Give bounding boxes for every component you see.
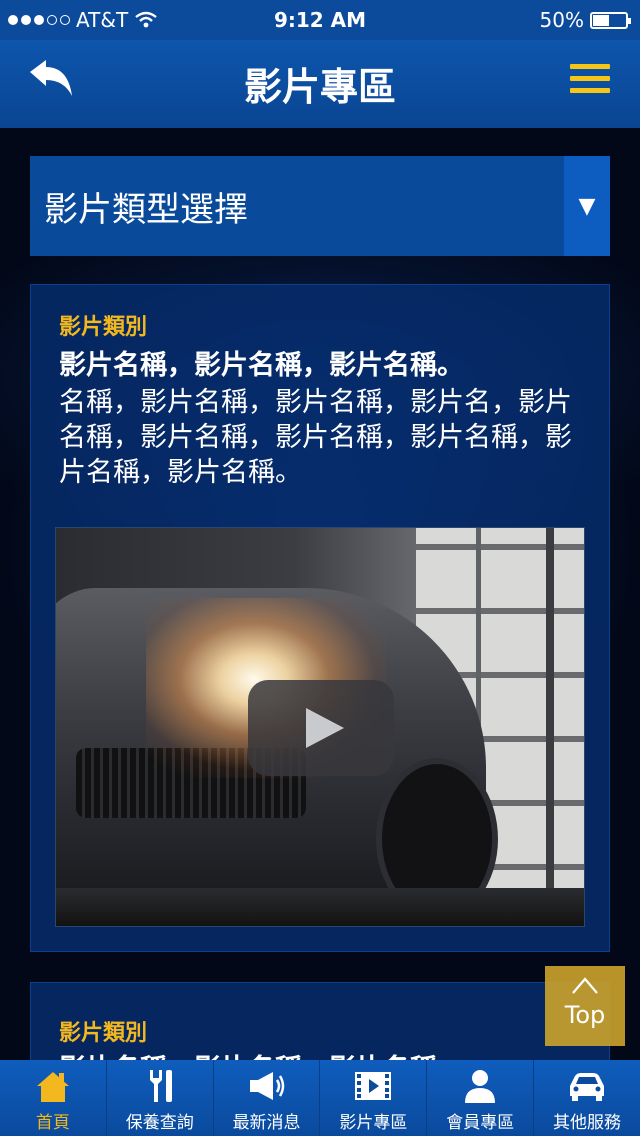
back-to-top-button[interactable]: Top [545, 966, 625, 1046]
tab-news[interactable]: 最新消息 [212, 1060, 320, 1136]
status-right: 50% [539, 8, 631, 32]
video-type-select[interactable]: 影片類型選擇 ▼ [30, 156, 610, 256]
tab-bar: 首頁 保養查詢 最新消息 影片專區 會員專區 其他服務 [0, 1060, 640, 1136]
video-thumbnail[interactable] [55, 527, 585, 927]
page-title: 影片專區 [243, 65, 396, 109]
tab-label: 首頁 [35, 1113, 70, 1133]
hamburger-menu-icon[interactable] [570, 64, 610, 96]
tab-maintenance[interactable]: 保養查詢 [105, 1060, 213, 1136]
tools-icon [149, 1070, 172, 1102]
megaphone-icon [249, 1072, 284, 1100]
battery-icon [590, 11, 631, 29]
video-title: 影片名稱，影片名稱，影片名稱。 [59, 350, 464, 381]
back-to-top-label: Top [564, 1001, 606, 1029]
status-bar: AT&T 9:12 AM 50% [0, 0, 640, 40]
video-category: 影片類別 [59, 1021, 148, 1046]
tab-videos[interactable]: 影片專區 [319, 1060, 426, 1136]
chevron-up-icon [545, 974, 625, 1000]
home-icon [36, 1072, 69, 1102]
dropdown-arrow-icon[interactable]: ▼ [564, 156, 610, 256]
play-icon [306, 708, 344, 748]
user-icon [465, 1070, 496, 1103]
video-type-select-label: 影片類型選擇 [44, 189, 248, 230]
tab-label: 保養查詢 [125, 1113, 194, 1133]
video-card: 影片類別 影片名稱，影片名稱，影片名稱。 名稱，影片名稱，影片名稱，影片名，影片… [30, 284, 610, 952]
tab-other-services[interactable]: 其他服務 [533, 1060, 640, 1136]
video-category: 影片類別 [59, 315, 148, 340]
video-description: 名稱，影片名稱，影片名稱，影片名，影片名稱，影片名稱，影片名稱，影片名稱，影片名… [59, 387, 572, 488]
tab-home[interactable]: 首頁 [0, 1060, 106, 1136]
tab-label: 影片專區 [339, 1113, 408, 1133]
floor [56, 888, 584, 926]
tab-label: 其他服務 [553, 1113, 622, 1133]
car-icon [570, 1073, 605, 1101]
video-icon [355, 1072, 392, 1100]
tab-member[interactable]: 會員專區 [426, 1060, 533, 1136]
battery-percent: 50% [539, 8, 584, 32]
nav-bar: 影片專區 [0, 40, 640, 128]
tab-label: 最新消息 [232, 1113, 301, 1133]
tab-label: 會員專區 [446, 1113, 515, 1133]
play-button[interactable] [248, 680, 394, 776]
